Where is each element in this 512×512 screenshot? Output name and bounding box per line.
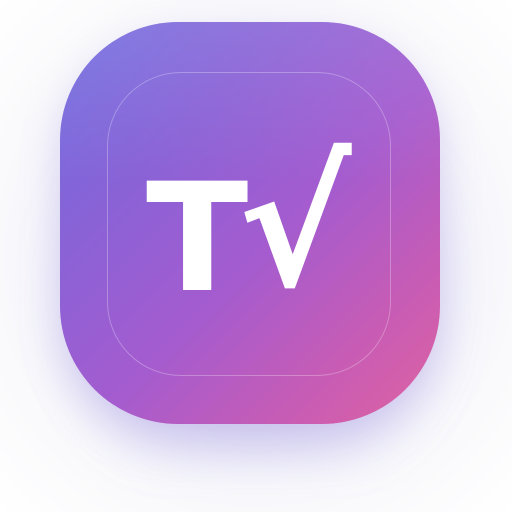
logo-glyphs: T √ (60, 22, 440, 424)
app-icon[interactable]: T √ (60, 22, 440, 424)
canvas: T √ (0, 0, 512, 512)
logo-letter-t: T (146, 152, 249, 326)
checkmark-icon: √ (238, 128, 352, 326)
